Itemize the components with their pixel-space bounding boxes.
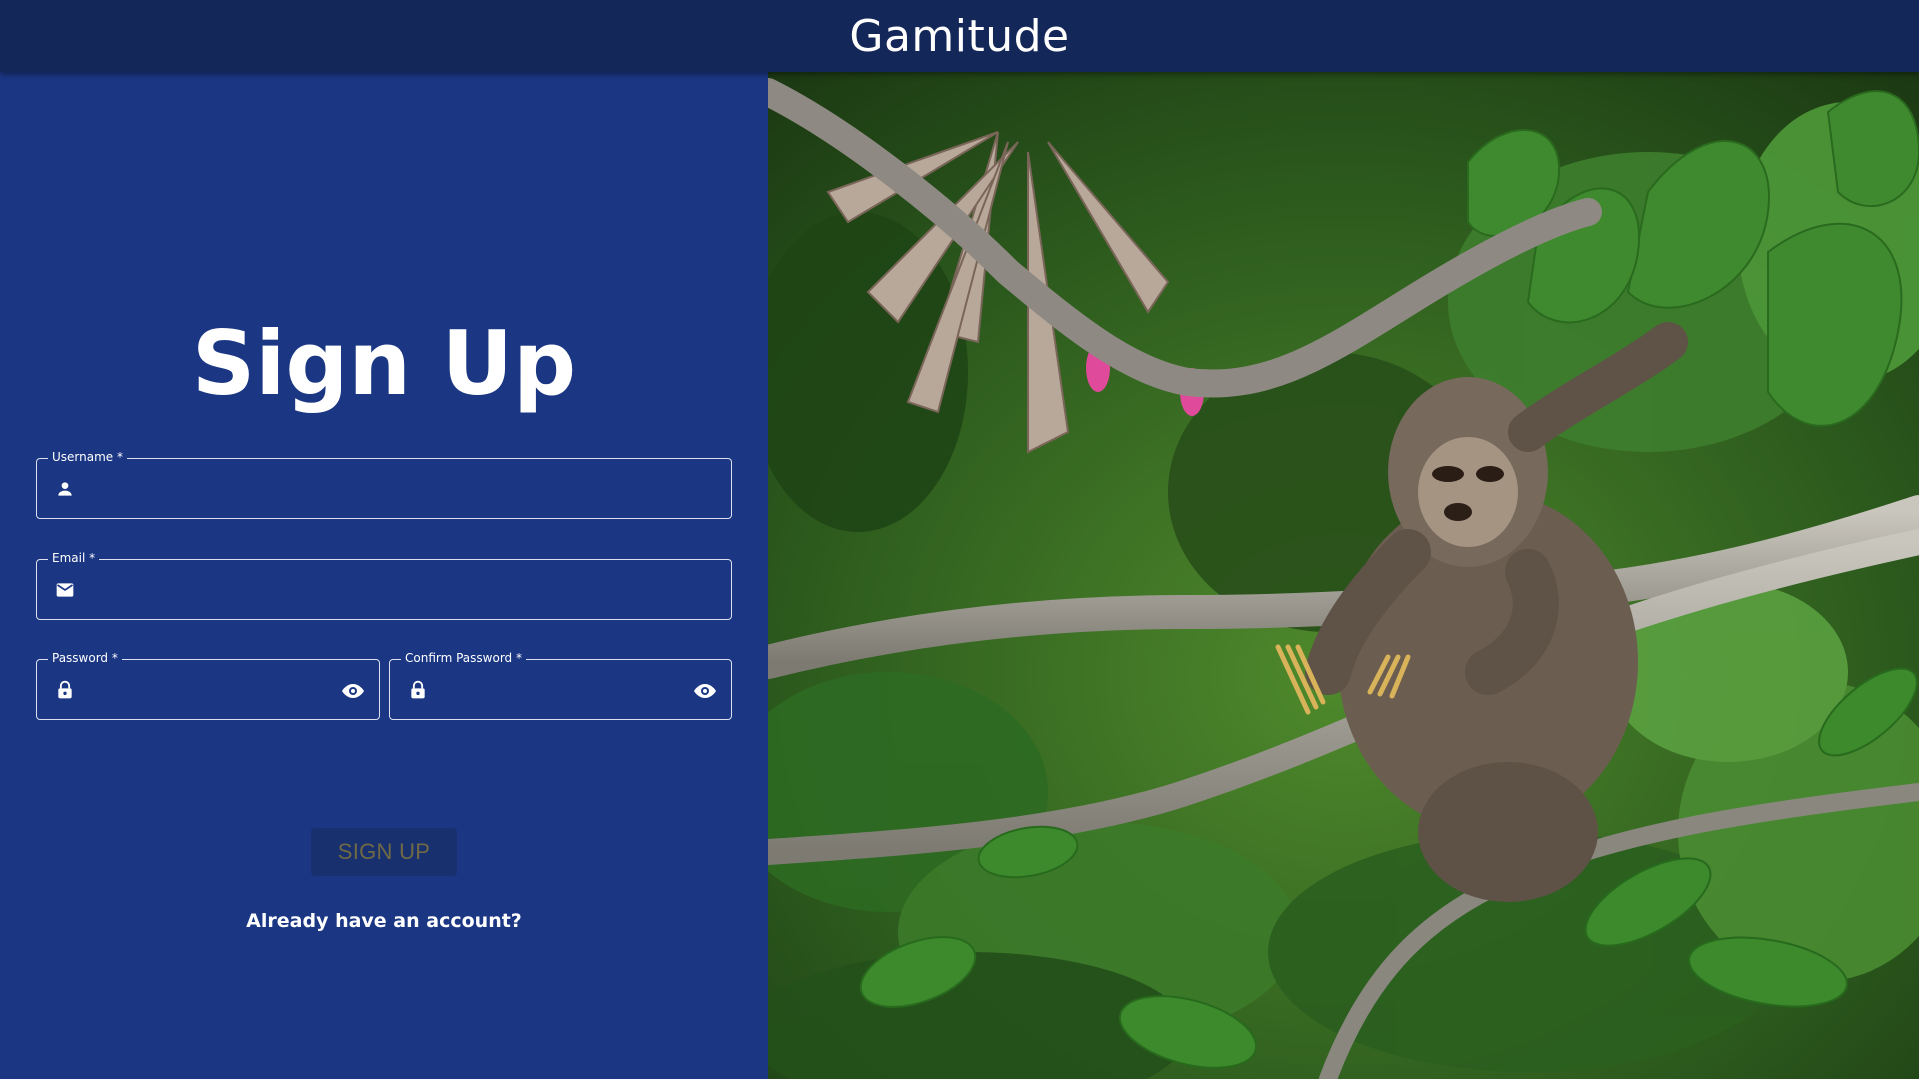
hero-photo <box>768 72 1919 1079</box>
eye-icon[interactable] <box>693 679 717 703</box>
email-field[interactable]: Email * <box>36 549 732 620</box>
confirm-password-field[interactable]: Confirm Password * <box>389 649 732 720</box>
person-icon <box>58 482 72 496</box>
password-field[interactable]: Password * <box>36 649 380 720</box>
sign-up-button[interactable]: SIGN UP <box>311 828 457 876</box>
app-bar: Gamitude <box>0 0 1919 72</box>
eye-icon[interactable] <box>341 679 365 703</box>
confirm-password-input[interactable] <box>440 660 679 719</box>
password-input[interactable] <box>87 660 327 719</box>
lock-icon <box>58 680 72 699</box>
lock-icon <box>411 680 425 699</box>
sloth-photo <box>768 72 1919 1079</box>
app-title: Gamitude <box>849 10 1070 62</box>
mail-icon <box>56 583 74 597</box>
login-link[interactable]: Already have an account? <box>0 910 768 932</box>
page-title: Sign Up <box>191 312 577 415</box>
signup-panel: Sign Up Username * Email * Password * Co… <box>0 72 768 1079</box>
username-input[interactable] <box>87 459 679 518</box>
username-field[interactable]: Username * <box>36 448 732 519</box>
email-input[interactable] <box>87 560 679 619</box>
